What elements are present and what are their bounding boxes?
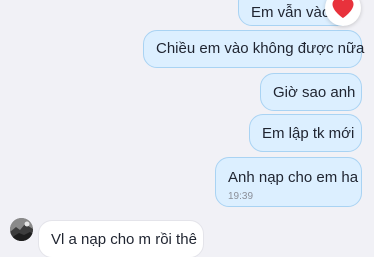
- message-timestamp: 19:39: [228, 191, 254, 202]
- red-heart-icon: [332, 0, 354, 18]
- message-text: Chiều em vào không được nữa: [156, 40, 365, 57]
- message-text: Anh nạp cho em ha: [228, 169, 359, 186]
- message-bubble-incoming[interactable]: Vl a nạp cho m rồi thê: [38, 220, 204, 257]
- message-bubble-outgoing[interactable]: Chiều em vào không được nữa: [143, 30, 365, 68]
- message-text: Vl a nạp cho m rồi thê: [51, 231, 197, 248]
- message-bubble-outgoing[interactable]: Em lập tk mới: [249, 114, 362, 152]
- avatar[interactable]: [10, 218, 33, 241]
- message-text: Giờ sao anh: [273, 84, 356, 101]
- message-bubble-outgoing[interactable]: Giờ sao anh: [260, 73, 362, 111]
- message-bubble-outgoing[interactable]: Anh nạp cho em ha 19:39: [215, 157, 362, 207]
- avatar-image: [10, 218, 33, 241]
- message-text: Em lập tk mới: [262, 125, 355, 142]
